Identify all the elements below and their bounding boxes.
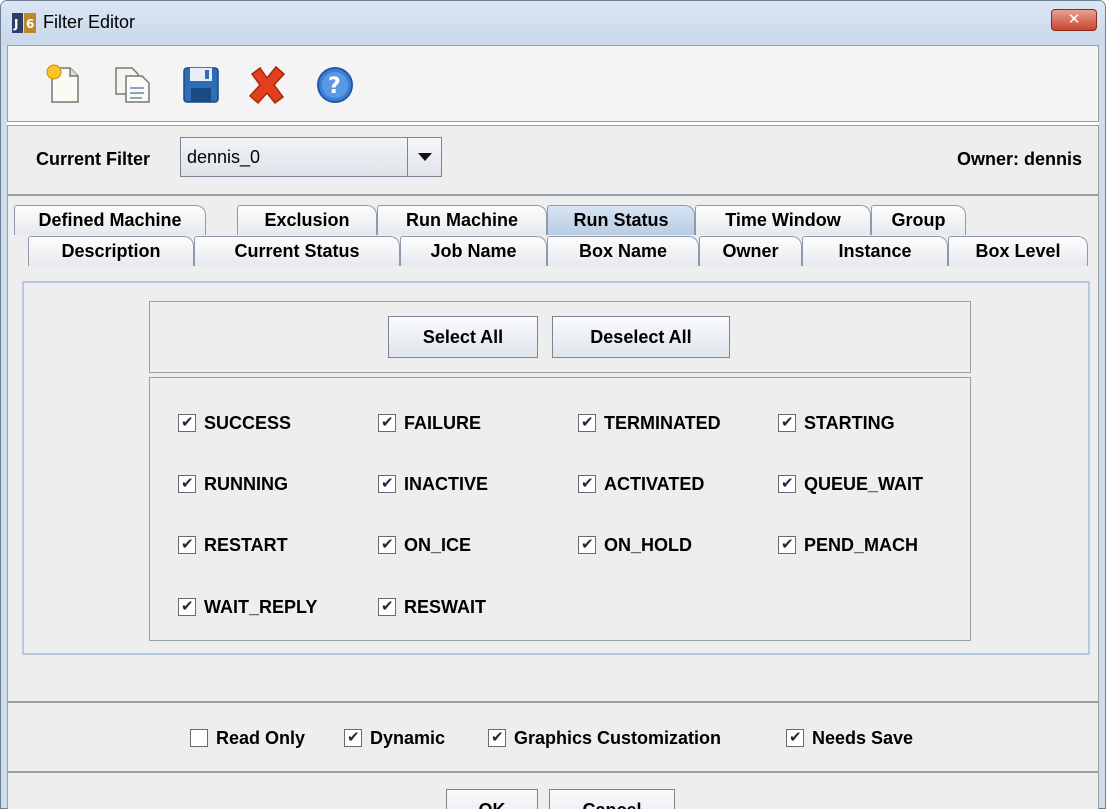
current-filter-dropdown[interactable]: dennis_0 [180, 137, 442, 177]
save-icon[interactable] [180, 64, 222, 106]
tab-job-name[interactable]: Job Name [400, 236, 547, 266]
checkbox-box[interactable] [378, 596, 396, 618]
checkbox-box[interactable] [778, 473, 796, 495]
current-filter-bar: Current Filter dennis_0 Owner: dennis [7, 125, 1099, 195]
window-title: Filter Editor [43, 12, 136, 32]
checkbox-box[interactable] [578, 534, 596, 556]
tab-description[interactable]: Description [28, 236, 194, 266]
checkbox-box[interactable] [578, 473, 596, 495]
run-status-panel: Select All Deselect All SUCCESS FAILURE … [22, 281, 1090, 655]
delete-icon[interactable] [246, 64, 288, 106]
current-filter-value: dennis_0 [187, 147, 261, 167]
client-area: ? Current Filter dennis_0 Owner: dennis … [7, 45, 1099, 809]
checkbox-box[interactable] [378, 534, 396, 556]
tab-exclusion[interactable]: Exclusion [237, 205, 377, 235]
checkbox-box[interactable] [378, 473, 396, 495]
toolbar: ? [7, 45, 1099, 122]
tab-box-level[interactable]: Box Level [948, 236, 1088, 266]
current-filter-label: Current Filter [36, 149, 151, 169]
copy-filter-icon[interactable] [112, 64, 154, 106]
checkbox-box[interactable] [190, 729, 208, 747]
checkbox-box[interactable] [378, 412, 396, 434]
help-icon[interactable]: ? [314, 64, 356, 106]
app-icon: J 6 [12, 13, 36, 33]
tab-box-name[interactable]: Box Name [547, 236, 699, 266]
svg-text:?: ? [328, 74, 341, 99]
tabs-area: Defined Machine Exclusion Run Machine Ru… [7, 195, 1099, 702]
tab-defined-machine[interactable]: Defined Machine [14, 205, 206, 235]
checkbox-box[interactable] [178, 473, 196, 495]
checkbox-box[interactable] [786, 727, 804, 749]
tab-owner[interactable]: Owner [699, 236, 802, 266]
status-checkbox-grid: SUCCESS FAILURE TERMINATED STARTING RUNN… [149, 377, 971, 641]
action-bar: OK Cancel [7, 772, 1099, 809]
close-icon: ✕ [1067, 11, 1081, 28]
svg-text:6: 6 [26, 17, 34, 31]
tab-run-machine[interactable]: Run Machine [377, 205, 547, 235]
select-all-button[interactable]: Select All [388, 316, 538, 358]
close-button[interactable]: ✕ [1051, 9, 1097, 31]
chevron-down-icon[interactable] [407, 138, 441, 176]
title-bar[interactable]: J 6 Filter Editor ✕ [1, 1, 1105, 45]
checkbox-box[interactable] [578, 412, 596, 434]
new-filter-icon[interactable] [44, 64, 86, 106]
checkbox-box[interactable] [344, 727, 362, 749]
filter-editor-window: J 6 Filter Editor ✕ ? Current Filter den… [0, 0, 1106, 809]
checkbox-box[interactable] [178, 596, 196, 618]
tab-instance[interactable]: Instance [802, 236, 948, 266]
action-bar-panel: OK Cancel [7, 772, 1099, 809]
cancel-button[interactable]: Cancel [549, 789, 675, 809]
tab-run-status[interactable]: Run Status [547, 205, 695, 235]
selection-buttons-box: Select All Deselect All [149, 301, 971, 373]
owner-label: Owner: dennis [956, 149, 1082, 169]
options-bar: Read Only Dynamic Graphics Customization… [7, 702, 1099, 772]
ok-button[interactable]: OK [446, 789, 538, 809]
deselect-all-button[interactable]: Deselect All [552, 316, 730, 358]
checkbox-box[interactable] [488, 727, 506, 749]
checkbox-box[interactable] [178, 412, 196, 434]
tab-time-window[interactable]: Time Window [695, 205, 871, 235]
checkbox-box[interactable] [778, 412, 796, 434]
svg-text:J: J [13, 17, 18, 31]
tab-group[interactable]: Group [871, 205, 966, 235]
checkbox-box[interactable] [778, 534, 796, 556]
tab-current-status[interactable]: Current Status [194, 236, 400, 266]
checkbox-box[interactable] [178, 534, 196, 556]
